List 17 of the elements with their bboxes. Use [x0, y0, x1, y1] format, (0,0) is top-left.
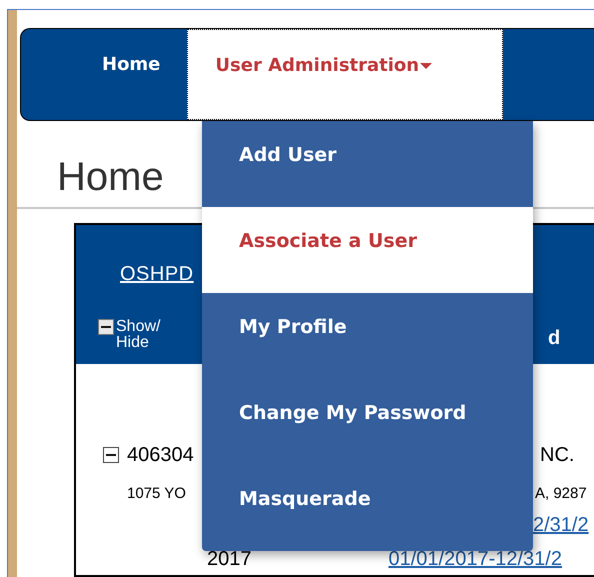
collapse-icon[interactable]	[98, 319, 114, 335]
facility-name: NC.	[540, 443, 574, 468]
collapse-icon[interactable]	[103, 447, 119, 463]
show-hide-label: Show/ Hide	[116, 319, 162, 351]
page-heading: Home	[57, 155, 164, 199]
nav-tab[interactable]: Home	[21, 29, 188, 120]
period-link[interactable]: 2/31/2	[533, 510, 589, 540]
menu-item[interactable]: My Profile	[202, 293, 533, 379]
column-header: d	[548, 326, 560, 351]
facility-number: 406304	[127, 443, 194, 468]
oshpd-link[interactable]: OSHPD	[120, 259, 194, 289]
menu-item[interactable]: Associate a User	[202, 207, 533, 293]
menu-item[interactable]: Add User	[202, 121, 533, 207]
address-text: A, 9287	[535, 484, 587, 504]
nav-tab[interactable]: User Administration	[187, 29, 504, 120]
menu-item[interactable]: Change My Password	[202, 379, 533, 465]
address-text: 1075 YO	[127, 484, 187, 504]
